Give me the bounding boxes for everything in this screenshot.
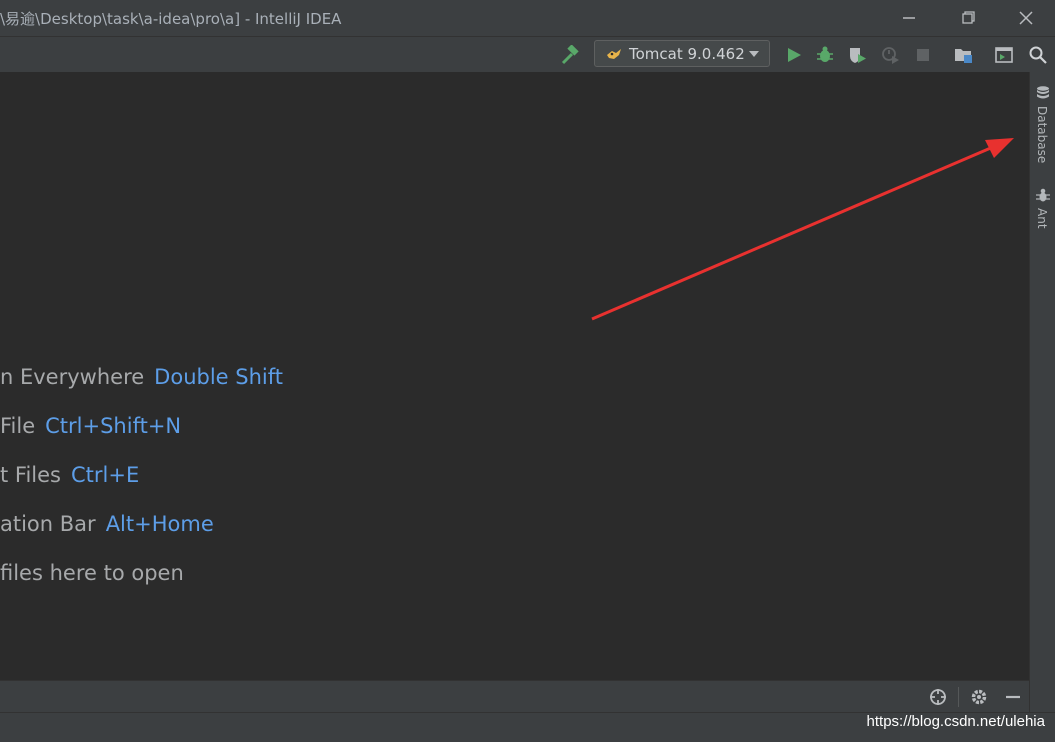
status-bar: https://blog.csdn.net/ulehia: [0, 712, 1055, 742]
hint-recent-files: t Files Ctrl+E: [0, 463, 139, 487]
run-config-dropdown[interactable]: Tomcat 9.0.462: [594, 40, 770, 67]
annotation-arrow: [591, 138, 1014, 321]
project-structure-icon: [955, 49, 972, 63]
search-button[interactable]: [1028, 45, 1048, 65]
restore-icon: [962, 11, 975, 24]
hint-label: files here to open: [0, 561, 184, 585]
stop-button[interactable]: [913, 45, 933, 65]
gear-icon: [971, 689, 987, 705]
crosshair-icon: [930, 689, 946, 705]
restore-button[interactable]: [955, 6, 981, 30]
settings-button[interactable]: [969, 687, 989, 707]
right-tool-stripe: Database Ant: [1029, 72, 1055, 712]
watermark-text: https://blog.csdn.net/ulehia: [866, 713, 1045, 730]
hint-shortcut: Double Shift: [154, 365, 283, 389]
tomcat-icon: [607, 49, 621, 59]
hint-shortcut: Ctrl+E: [71, 463, 140, 487]
scroll-from-source-button[interactable]: [928, 687, 948, 707]
hint-label: ation Bar: [0, 512, 96, 536]
coverage-button[interactable]: [847, 45, 867, 65]
title-bar: \易逾\Desktop\task\a-idea\pro\a] - Intelli…: [0, 0, 1055, 37]
project-structure-button[interactable]: [953, 45, 973, 65]
run-button[interactable]: [784, 45, 804, 65]
hint-label: t Files: [0, 463, 61, 487]
bottom-tool-window-header: [0, 680, 1029, 713]
database-tab-label: Database: [1035, 106, 1049, 164]
close-icon: [1019, 11, 1033, 25]
ant-tab-label: Ant: [1035, 208, 1049, 229]
chevron-down-icon: [749, 51, 759, 57]
search-icon: [1029, 46, 1047, 64]
debug-button[interactable]: [815, 45, 835, 65]
database-icon: [1037, 86, 1049, 99]
toolbar-divider: [958, 687, 959, 707]
minimize-icon: [903, 17, 915, 19]
hint-label: File: [0, 414, 36, 438]
bug-icon: [817, 46, 833, 62]
build-button[interactable]: [559, 44, 579, 65]
hide-button[interactable]: [1003, 687, 1023, 707]
hammer-icon: [561, 44, 579, 65]
profiler-icon: [882, 47, 899, 64]
run-icon: [788, 48, 801, 62]
database-tool-tab[interactable]: Database: [1030, 82, 1055, 172]
minus-icon: [1006, 695, 1020, 699]
window-title: \易逾\Desktop\task\a-idea\pro\a] - Intelli…: [0, 10, 342, 28]
ant-icon: [1036, 188, 1050, 202]
hint-go-to-file: File Ctrl+Shift+N: [0, 414, 181, 438]
shield-run-icon: [850, 48, 866, 63]
hint-drop-files: files here to open: [0, 561, 184, 585]
stop-icon: [917, 49, 929, 61]
close-button[interactable]: [1013, 6, 1039, 30]
profile-button[interactable]: [880, 45, 900, 65]
hint-navigation-bar: ation Bar Alt+Home: [0, 512, 214, 536]
terminal-button[interactable]: [994, 45, 1014, 65]
main-toolbar: Tomcat 9.0.462: [0, 37, 1055, 73]
hint-label: n Everywhere: [0, 365, 145, 389]
run-config-label: Tomcat 9.0.462: [629, 45, 745, 63]
hint-shortcut: Ctrl+Shift+N: [45, 414, 182, 438]
terminal-icon: [995, 47, 1013, 63]
minimize-button[interactable]: [896, 6, 922, 30]
hint-search-everywhere: n Everywhere Double Shift: [0, 365, 283, 389]
ant-tool-tab[interactable]: Ant: [1030, 184, 1055, 239]
hint-shortcut: Alt+Home: [105, 512, 214, 536]
